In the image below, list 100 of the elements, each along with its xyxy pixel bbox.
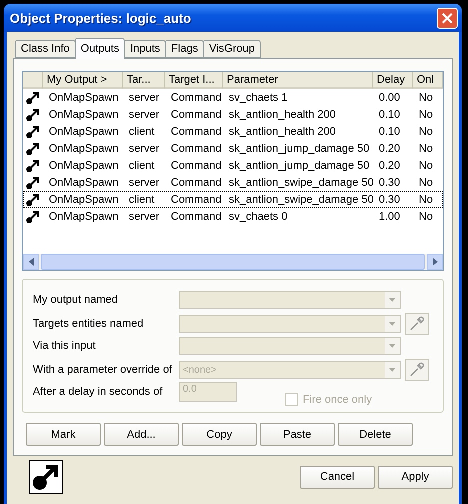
table-cell-text: 1.00 (378, 210, 402, 222)
table-cell-text: OnMapSpawn (48, 160, 120, 172)
table-cell-text: sv_chaets 1 (228, 92, 289, 104)
close-button[interactable] (437, 8, 458, 28)
picker-button[interactable] (405, 359, 429, 381)
table-cell-text: sk_antlion_jump_damage 50 (228, 160, 371, 172)
combo-field[interactable] (179, 291, 401, 309)
tab[interactable]: Class Info (15, 40, 76, 58)
table-cell-text: Command (170, 142, 223, 154)
horizontal-scrollbar[interactable] (23, 254, 443, 270)
window-title: Object Properties: logic_auto (10, 10, 192, 26)
action-button[interactable]: Copy (182, 423, 257, 446)
table-cell-text: server (128, 142, 161, 154)
field-label: Via this input (33, 340, 97, 352)
table-cell-text: No (418, 108, 434, 120)
table-cell-text: 0.10 (378, 126, 402, 138)
table-cell-text: sk_antlion_health 200 (228, 108, 338, 120)
table-cell-text: OnMapSpawn (48, 92, 120, 104)
output-icon (26, 192, 40, 206)
action-button[interactable]: Delete (338, 423, 413, 446)
combo-field[interactable] (179, 337, 401, 355)
table-cell-text: 0.20 (378, 160, 402, 172)
list-row[interactable]: OnMapSpawn server Command sv_chaets 1 0.00 No (23, 89, 443, 106)
column-header[interactable]: Target I... (165, 72, 223, 89)
dropdown-arrow-icon (389, 368, 396, 372)
table-cell-text: No (418, 126, 434, 138)
table-cell-text: sv_chaets 0 (228, 210, 289, 222)
table-cell-text: 0.10 (378, 108, 402, 120)
table-cell-text: Command (170, 210, 223, 222)
column-header[interactable]: Tar... (123, 72, 165, 89)
list-row[interactable]: OnMapSpawn server Command sk_antlion_health 200 0.10 No (23, 106, 443, 123)
table-cell-text: OnMapSpawn (48, 126, 120, 138)
table-cell-text: 0.00 (378, 92, 402, 104)
table-cell-text: Command (170, 176, 223, 188)
table-cell-text: OnMapSpawn (48, 142, 120, 154)
dropdown-arrow-icon (389, 298, 396, 302)
right-arrow-icon (432, 258, 438, 266)
tab[interactable]: Inputs (124, 40, 166, 58)
table-cell-text: OnMapSpawn (48, 210, 120, 222)
table-cell-text: Command (170, 108, 223, 120)
table-cell-text: server (128, 92, 161, 104)
table-cell-text: Command (170, 160, 223, 172)
picker-button[interactable] (405, 313, 429, 335)
action-button[interactable]: Paste (260, 423, 335, 446)
list-row[interactable]: OnMapSpawn client Command sk_antlion_jump_damage 50 0.20 No (23, 157, 443, 174)
table-cell-text: No (418, 210, 434, 222)
list-row[interactable]: OnMapSpawn server Command sv_chaets 0 1.00 No (23, 208, 443, 225)
eyedropper-icon (409, 362, 425, 378)
output-icon (26, 142, 40, 156)
table-cell-text: Command (170, 194, 223, 206)
table-cell-text: OnMapSpawn (48, 108, 120, 120)
list-row[interactable]: OnMapSpawn client Command sk_antlion_health 200 0.10 No (23, 123, 443, 140)
table-cell-text: Command (170, 126, 223, 138)
output-icon (26, 124, 40, 138)
dropdown-arrow-icon (389, 322, 396, 326)
dropdown-arrow-icon (389, 344, 396, 348)
field-label: Targets entities named (33, 318, 145, 330)
output-icon (26, 210, 40, 224)
list-row[interactable]: OnMapSpawn server Command sk_antlion_jump_damage 50 0.20 No (23, 140, 443, 157)
table-cell-text: Command (170, 92, 223, 104)
table-cell-text: No (418, 142, 434, 154)
table-cell-text: client (128, 194, 156, 206)
eyedropper-icon (409, 316, 425, 332)
dialog-button[interactable]: Apply (378, 466, 453, 488)
tab[interactable]: Flags (165, 40, 204, 58)
field-label: With a parameter override of (33, 364, 174, 376)
output-icon (26, 90, 40, 104)
tab[interactable]: Outputs (74, 38, 126, 59)
column-header[interactable]: Delay (373, 72, 413, 89)
column-header[interactable]: Onl (413, 72, 443, 89)
table-cell-text: 0.30 (378, 194, 402, 206)
column-header[interactable] (23, 72, 43, 89)
action-button[interactable]: Mark (26, 423, 101, 446)
table-cell-text: server (128, 108, 161, 120)
output-icon (29, 460, 63, 494)
table-cell-text: OnMapSpawn (48, 176, 120, 188)
combo-field[interactable] (179, 315, 401, 333)
checkbox-label: Fire once only (303, 394, 372, 406)
field-label: My output named (33, 294, 119, 306)
table-cell-text: OnMapSpawn (48, 194, 120, 206)
output-icon (26, 176, 40, 190)
close-icon (442, 12, 453, 24)
table-cell-text: No (418, 92, 434, 104)
dialog-button[interactable]: Cancel (300, 466, 375, 488)
left-arrow-icon (28, 258, 34, 266)
output-icon (26, 108, 40, 122)
table-cell-text: client (128, 126, 156, 138)
table-cell-text: No (418, 176, 434, 188)
field-label: After a delay in seconds of (33, 386, 164, 398)
table-cell-text: sk_antlion_jump_damage 50 (228, 142, 371, 154)
table-cell-text: sk_antlion_health 200 (228, 126, 338, 138)
action-button[interactable]: Add... (104, 423, 179, 446)
tab[interactable]: VisGroup (203, 40, 261, 58)
table-cell-text: client (128, 160, 156, 172)
column-header[interactable]: My Output > (43, 72, 123, 89)
output-icon (26, 158, 40, 172)
column-header[interactable]: Parameter (223, 72, 373, 89)
table-cell-text: 0.30 (378, 176, 402, 188)
table-cell-text: No (418, 160, 434, 172)
table-cell-text: server (128, 210, 161, 222)
